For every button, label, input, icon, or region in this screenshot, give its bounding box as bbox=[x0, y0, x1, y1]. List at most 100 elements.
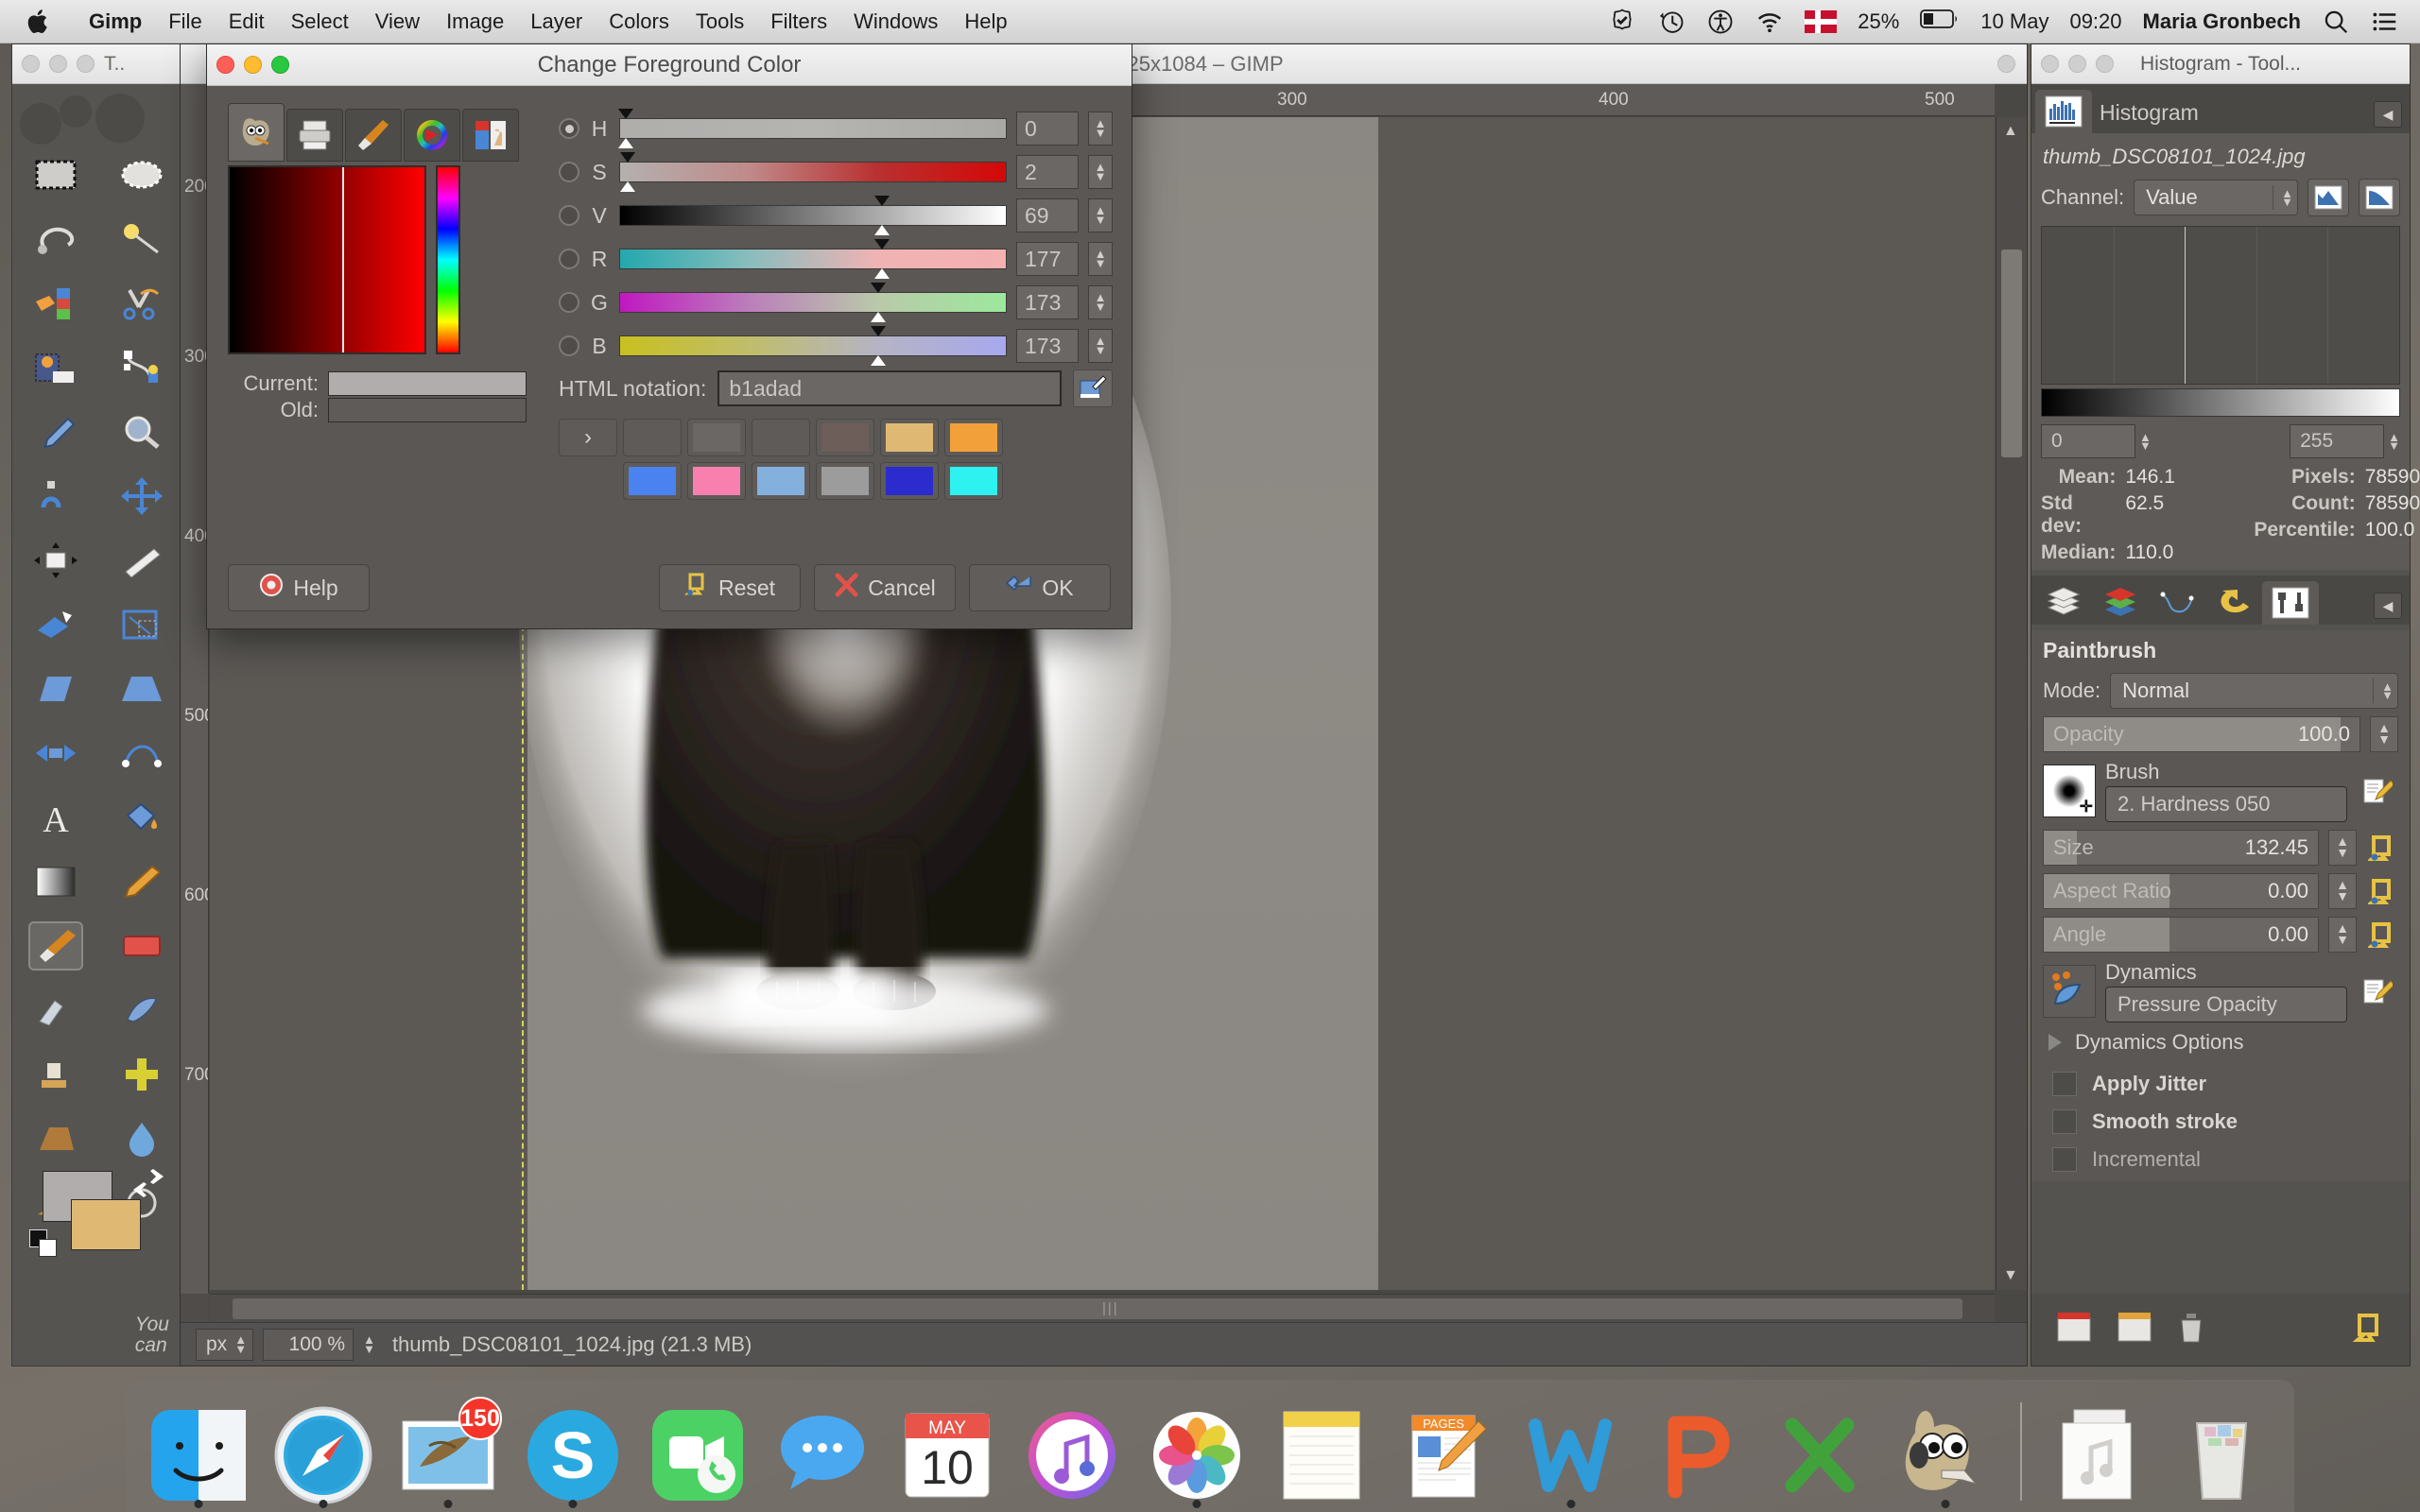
tool-zoom[interactable] bbox=[98, 400, 182, 464]
dock-item-powerpoint[interactable] bbox=[1640, 1395, 1752, 1506]
tool-perspective[interactable] bbox=[98, 657, 182, 721]
swap-colors-icon[interactable] bbox=[131, 1169, 165, 1204]
history-expand-button[interactable]: › bbox=[559, 419, 617, 456]
spinner-h[interactable]: ▲▼ bbox=[1088, 112, 1113, 146]
tab-gimp-selector[interactable] bbox=[228, 103, 285, 162]
history-swatch[interactable] bbox=[880, 462, 939, 500]
dynamics-options-row[interactable]: Dynamics Options bbox=[2031, 1026, 2410, 1058]
value-b[interactable]: 173 bbox=[1016, 329, 1079, 363]
horizontal-scroll-thumb[interactable] bbox=[233, 1298, 1962, 1319]
unit-selector[interactable]: px ▲▼ bbox=[196, 1329, 253, 1361]
reset-button[interactable]: Reset bbox=[659, 564, 801, 611]
toolbox-titlebar[interactable]: T.. bbox=[12, 44, 182, 84]
tool-crop[interactable] bbox=[98, 528, 182, 593]
dock-item-itunes[interactable] bbox=[1016, 1395, 1128, 1506]
history-swatch[interactable] bbox=[623, 419, 682, 456]
apply-jitter-checkbox[interactable] bbox=[2052, 1072, 2077, 1096]
histogram-graph[interactable] bbox=[2041, 226, 2400, 385]
angle-slider[interactable]: Angle 0.00 bbox=[2043, 917, 2319, 953]
spinner-s[interactable]: ▲▼ bbox=[1088, 155, 1113, 189]
track-v[interactable] bbox=[619, 205, 1007, 226]
tool-pencil[interactable] bbox=[98, 850, 182, 914]
smooth-stroke-checkbox[interactable] bbox=[2052, 1109, 2077, 1134]
size-slider[interactable]: Size 132.45 bbox=[2043, 830, 2319, 866]
tool-flip[interactable] bbox=[12, 721, 98, 785]
menu-item-filters[interactable]: Filters bbox=[757, 9, 840, 34]
radio-b[interactable] bbox=[559, 335, 579, 356]
brush-value[interactable]: 2. Hardness 050 bbox=[2105, 786, 2347, 822]
dynamics-value[interactable]: Pressure Opacity bbox=[2105, 987, 2347, 1022]
tab-paths[interactable] bbox=[2149, 581, 2205, 625]
tool-rotate[interactable] bbox=[12, 593, 98, 657]
tool-paintbrush[interactable] bbox=[12, 914, 98, 978]
saturation-value-plane[interactable] bbox=[228, 165, 426, 354]
range-low-spinner[interactable]: ▲▼ bbox=[2139, 433, 2152, 450]
spinner-v[interactable]: ▲▼ bbox=[1088, 198, 1113, 232]
size-reset-icon[interactable] bbox=[2366, 832, 2398, 864]
tool-color-picker[interactable] bbox=[12, 400, 98, 464]
checkmark-shield-icon[interactable] bbox=[1608, 8, 1636, 36]
time-machine-icon[interactable] bbox=[1657, 8, 1685, 36]
history-swatch[interactable] bbox=[816, 419, 874, 456]
zoom-spinner-icon[interactable]: ▲▼ bbox=[363, 1335, 375, 1352]
tab-color-wheel-selector[interactable] bbox=[404, 109, 460, 162]
dock-item-mail[interactable]: 150 bbox=[392, 1395, 504, 1506]
dock-item-messages[interactable] bbox=[767, 1395, 878, 1506]
range-low-input[interactable]: 0 bbox=[2041, 424, 2135, 458]
value-g[interactable]: 173 bbox=[1016, 285, 1079, 319]
canvas-horizontal-scrollbar[interactable]: ||| bbox=[210, 1294, 1995, 1322]
tool-move[interactable] bbox=[98, 464, 182, 528]
menu-item-select[interactable]: Select bbox=[278, 9, 362, 34]
tool-free-select[interactable] bbox=[12, 207, 98, 271]
fg-dialog-minimize-button[interactable] bbox=[244, 56, 262, 74]
history-swatch[interactable] bbox=[944, 462, 1003, 500]
quickmask-toggle[interactable] bbox=[181, 1294, 209, 1322]
tool-gradient[interactable] bbox=[12, 850, 98, 914]
value-h[interactable]: 0 bbox=[1016, 112, 1079, 146]
tool-clone[interactable] bbox=[12, 1042, 98, 1107]
right-dock-titlebar[interactable]: Histogram - Tool... bbox=[2031, 44, 2410, 84]
menubar-user[interactable]: Maria Gronbech bbox=[2143, 9, 2301, 34]
tab-watercolor-selector[interactable] bbox=[345, 109, 402, 162]
tab-palette-selector[interactable] bbox=[462, 109, 519, 162]
fg-dialog-close-button[interactable] bbox=[216, 56, 234, 74]
radio-h[interactable] bbox=[559, 118, 579, 139]
channel-combo[interactable]: Value ▲▼ bbox=[2134, 180, 2298, 215]
aspect-spinner[interactable]: ▲▼ bbox=[2328, 873, 2357, 909]
tool-airbrush[interactable] bbox=[12, 978, 98, 1042]
value-r[interactable]: 177 bbox=[1016, 242, 1079, 276]
battery-icon[interactable] bbox=[1920, 9, 1960, 34]
restore-tool-preset-icon[interactable] bbox=[2117, 1311, 2152, 1349]
tool-align[interactable] bbox=[12, 528, 98, 593]
current-color-swatch[interactable] bbox=[328, 371, 527, 396]
dock-item-safari[interactable] bbox=[268, 1395, 379, 1506]
tool-blur-sharpen[interactable] bbox=[98, 1107, 182, 1171]
apple-logo-icon[interactable] bbox=[26, 8, 51, 36]
brush-preview[interactable]: ✛ bbox=[2043, 765, 2096, 817]
tool-measure[interactable] bbox=[12, 464, 98, 528]
size-spinner[interactable]: ▲▼ bbox=[2328, 830, 2357, 866]
dock-item-gimp[interactable] bbox=[1890, 1395, 2001, 1506]
menu-item-layer[interactable]: Layer bbox=[517, 9, 596, 34]
menu-item-file[interactable]: File bbox=[155, 9, 215, 34]
tab-printer-selector[interactable] bbox=[286, 109, 343, 162]
menu-item-edit[interactable]: Edit bbox=[216, 9, 278, 34]
reset-tool-options-icon[interactable] bbox=[2353, 1313, 2385, 1348]
canvas-vertical-scrollbar[interactable]: ▲ ▼ bbox=[1996, 117, 2027, 1290]
old-color-swatch[interactable] bbox=[328, 398, 527, 422]
close-button[interactable] bbox=[22, 55, 40, 73]
tab-tool-options[interactable] bbox=[2262, 581, 2319, 625]
rdock-minimize-button[interactable] bbox=[2068, 55, 2086, 73]
history-swatch[interactable] bbox=[623, 462, 682, 500]
tool-paths[interactable] bbox=[98, 335, 182, 400]
history-swatch[interactable] bbox=[816, 462, 874, 500]
dock-item-word[interactable] bbox=[1515, 1395, 1627, 1506]
history-swatch[interactable] bbox=[687, 462, 746, 500]
logarithmic-histogram-button[interactable] bbox=[2359, 179, 2400, 216]
tool-foreground-select[interactable] bbox=[12, 335, 98, 400]
aspect-reset-icon[interactable] bbox=[2366, 875, 2398, 907]
menu-item-tools[interactable]: Tools bbox=[683, 9, 757, 34]
control-center-icon[interactable] bbox=[2371, 8, 2399, 36]
tab-histogram[interactable] bbox=[2035, 90, 2092, 133]
ok-button[interactable]: OK bbox=[969, 564, 1111, 611]
